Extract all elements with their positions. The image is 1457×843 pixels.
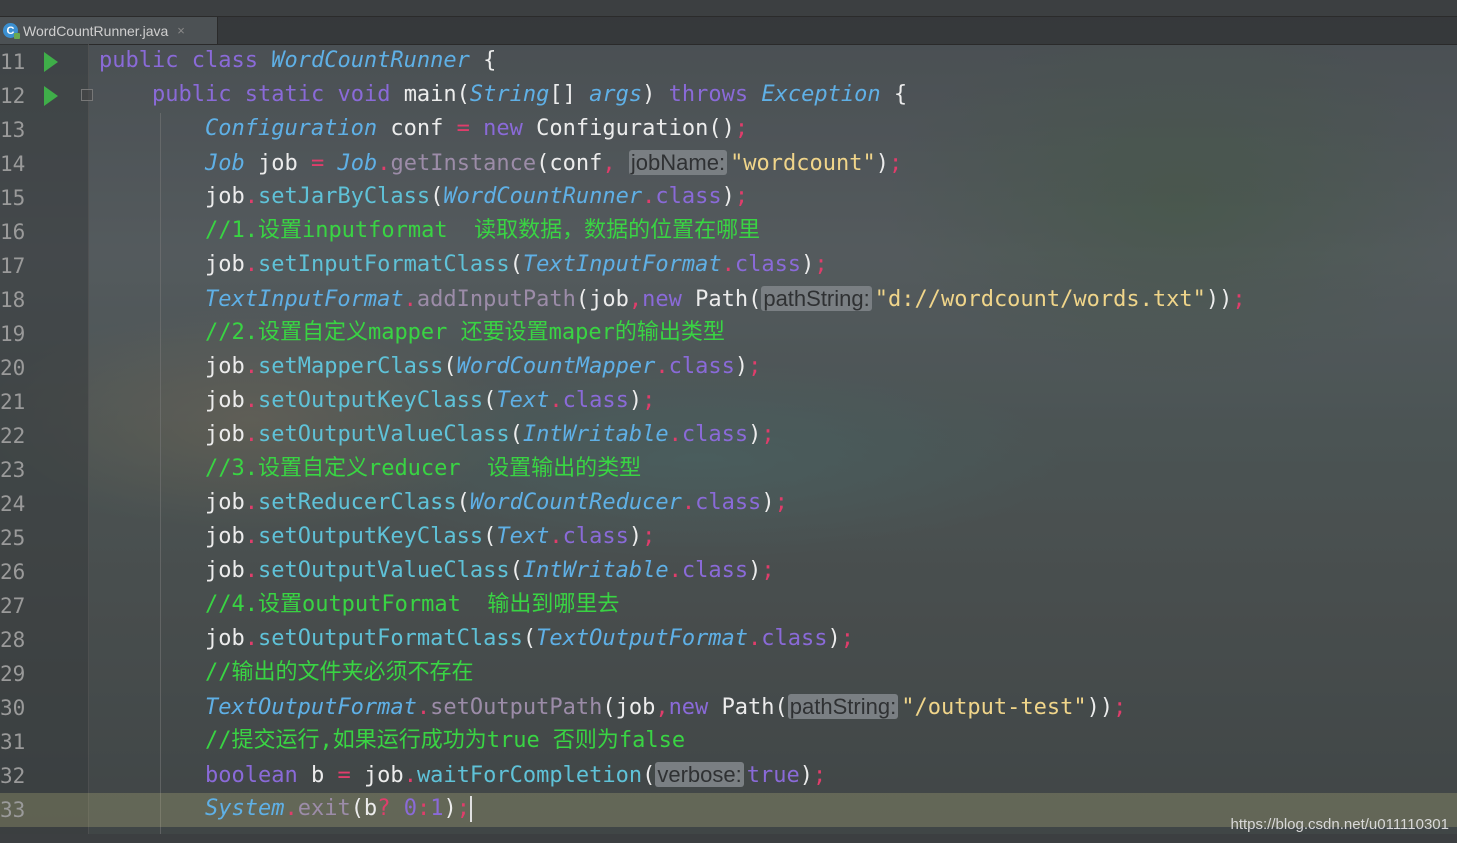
- code-line[interactable]: 19 //2.设置自定义mapper 还要设置maper的输出类型: [0, 317, 1457, 351]
- line-number: 12: [0, 84, 26, 108]
- close-icon[interactable]: ×: [177, 23, 185, 38]
- line-number: 27: [0, 594, 26, 618]
- code-text: job.setJarByClass(WordCountRunner.class)…: [204, 184, 749, 209]
- line-number: 30: [0, 696, 26, 720]
- code-line[interactable]: 12 public static void main(String[] args…: [0, 79, 1457, 113]
- line-number: 20: [0, 356, 26, 380]
- code-comment: //4.设置outputFormat 输出到哪里去: [204, 592, 620, 617]
- java-class-icon: C: [3, 23, 20, 39]
- line-number: 24: [0, 492, 26, 516]
- code-line[interactable]: 24 job.setReducerClass(WordCountReducer.…: [0, 487, 1457, 521]
- code-line[interactable]: 18 TextInputFormat.addInputPath(job,new …: [0, 283, 1457, 317]
- code-text: job.setOutputKeyClass(Text.class);: [204, 388, 656, 413]
- line-number: 19: [0, 322, 26, 346]
- status-bar: [0, 834, 1457, 843]
- line-number: 13: [0, 118, 26, 142]
- code-line[interactable]: 20 job.setMapperClass(WordCountMapper.cl…: [0, 351, 1457, 385]
- code-text: TextOutputFormat.setOutputPath(job,new P…: [204, 694, 1127, 720]
- code-comment: //提交运行,如果运行成功为true 否则为false: [204, 728, 686, 753]
- line-number: 32: [0, 764, 26, 788]
- run-icon[interactable]: [44, 86, 58, 106]
- code-text: job.setOutputKeyClass(Text.class);: [204, 524, 656, 549]
- line-number: 23: [0, 458, 26, 482]
- tab-wordcountrunner[interactable]: C WordCountRunner.java ×: [0, 17, 218, 44]
- title-bar: [0, 0, 1457, 17]
- code-line[interactable]: 27 //4.设置outputFormat 输出到哪里去: [0, 589, 1457, 623]
- code-line[interactable]: 26 job.setOutputValueClass(IntWritable.c…: [0, 555, 1457, 589]
- code-text: //4.设置outputFormat 输出到哪里去: [99, 591, 619, 619]
- editor-tab-bar: C WordCountRunner.java ×: [0, 17, 1457, 45]
- line-number: 14: [0, 152, 26, 176]
- line-number: 17: [0, 254, 26, 278]
- line-number: 25: [0, 526, 26, 550]
- string-literal: "/output-test": [901, 695, 1087, 720]
- code-comment: //输出的文件夹必须不存在: [204, 660, 474, 685]
- code-text: job.setOutputValueClass(IntWritable.clas…: [204, 558, 775, 583]
- fold-icon[interactable]: [81, 89, 93, 101]
- code-line[interactable]: 14 Job job = Job.getInstance(conf, jobNa…: [0, 147, 1457, 181]
- code-text: boolean b = job.waitForCompletion(verbos…: [204, 762, 827, 788]
- tab-label: WordCountRunner.java: [23, 22, 169, 39]
- code-comment: //2.设置自定义mapper 还要设置maper的输出类型: [204, 320, 725, 345]
- code-line[interactable]: 22 job.setOutputValueClass(IntWritable.c…: [0, 419, 1457, 453]
- code-text: job.setMapperClass(WordCountMapper.class…: [204, 354, 762, 379]
- code-text: //输出的文件夹必须不存在: [99, 659, 474, 687]
- string-literal: "wordcount": [730, 151, 876, 176]
- code-line[interactable]: 13 Configuration conf = new Configuratio…: [0, 113, 1457, 147]
- code-line[interactable]: 25 job.setOutputKeyClass(Text.class);: [0, 521, 1457, 555]
- code-line[interactable]: 32 boolean b = job.waitForCompletion(ver…: [0, 759, 1457, 793]
- line-number: 33: [0, 798, 26, 822]
- code-line[interactable]: 31 //提交运行,如果运行成功为true 否则为false: [0, 725, 1457, 759]
- code-text: //2.设置自定义mapper 还要设置maper的输出类型: [99, 319, 725, 347]
- code-line[interactable]: 30 TextOutputFormat.setOutputPath(job,ne…: [0, 691, 1457, 725]
- code-text: job.setInputFormatClass(TextInputFormat.…: [204, 252, 828, 277]
- parameter-hint: verbose:: [655, 762, 744, 787]
- line-number: 31: [0, 730, 26, 754]
- code-line[interactable]: 17 job.setInputFormatClass(TextInputForm…: [0, 249, 1457, 283]
- parameter-hint: pathString:: [787, 694, 899, 719]
- line-number: 15: [0, 186, 26, 210]
- code-line[interactable]: 29 //输出的文件夹必须不存在: [0, 657, 1457, 691]
- line-number: 16: [0, 220, 26, 244]
- line-number: 18: [0, 288, 26, 312]
- watermark: https://blog.csdn.net/u011110301: [1230, 816, 1449, 833]
- code-text: Job job = Job.getInstance(conf, jobName:…: [204, 150, 903, 176]
- code-line[interactable]: 16 //1.设置inputformat 读取数据，数据的位置在哪里: [0, 215, 1457, 249]
- code-text: //1.设置inputformat 读取数据，数据的位置在哪里: [99, 217, 760, 245]
- class-badge-icon: [14, 33, 20, 39]
- line-number: 22: [0, 424, 26, 448]
- code-line[interactable]: 15 job.setJarByClass(WordCountRunner.cla…: [0, 181, 1457, 215]
- code-text: public class WordCountRunner {: [99, 48, 497, 73]
- code-text: job.setReducerClass(WordCountReducer.cla…: [204, 490, 788, 515]
- line-number: 29: [0, 662, 26, 686]
- code-text: //3.设置自定义reducer 设置输出的类型: [99, 455, 641, 483]
- code-text: TextInputFormat.addInputPath(job,new Pat…: [204, 286, 1246, 312]
- line-number: 26: [0, 560, 26, 584]
- code-text: public static void main(String[] args) t…: [151, 82, 908, 107]
- code-line[interactable]: 11 public class WordCountRunner {: [0, 45, 1457, 79]
- run-icon[interactable]: [44, 52, 58, 72]
- text-cursor: [469, 796, 472, 822]
- code-text: job.setOutputFormatClass(TextOutputForma…: [204, 626, 855, 651]
- line-number: 11: [0, 50, 26, 74]
- parameter-hint: jobName:: [628, 150, 728, 175]
- code-text: job.setOutputValueClass(IntWritable.clas…: [204, 422, 775, 447]
- code-line[interactable]: 23 //3.设置自定义reducer 设置输出的类型: [0, 453, 1457, 487]
- code-line[interactable]: 21 job.setOutputKeyClass(Text.class);: [0, 385, 1457, 419]
- line-number: 28: [0, 628, 26, 652]
- code-text: //提交运行,如果运行成功为true 否则为false: [99, 727, 685, 755]
- line-number: 21: [0, 390, 26, 414]
- code-comment: //1.设置inputformat 读取数据，数据的位置在哪里: [204, 218, 761, 243]
- code-text: Configuration conf = new Configuration()…: [204, 116, 749, 141]
- code-comment: //3.设置自定义reducer 设置输出的类型: [204, 456, 642, 481]
- parameter-hint: pathString:: [761, 286, 872, 311]
- string-literal: "d://wordcount/words.txt": [874, 287, 1206, 312]
- code-line[interactable]: 28 job.setOutputFormatClass(TextOutputFo…: [0, 623, 1457, 657]
- code-text: System.exit(b? 0:1);: [204, 796, 472, 822]
